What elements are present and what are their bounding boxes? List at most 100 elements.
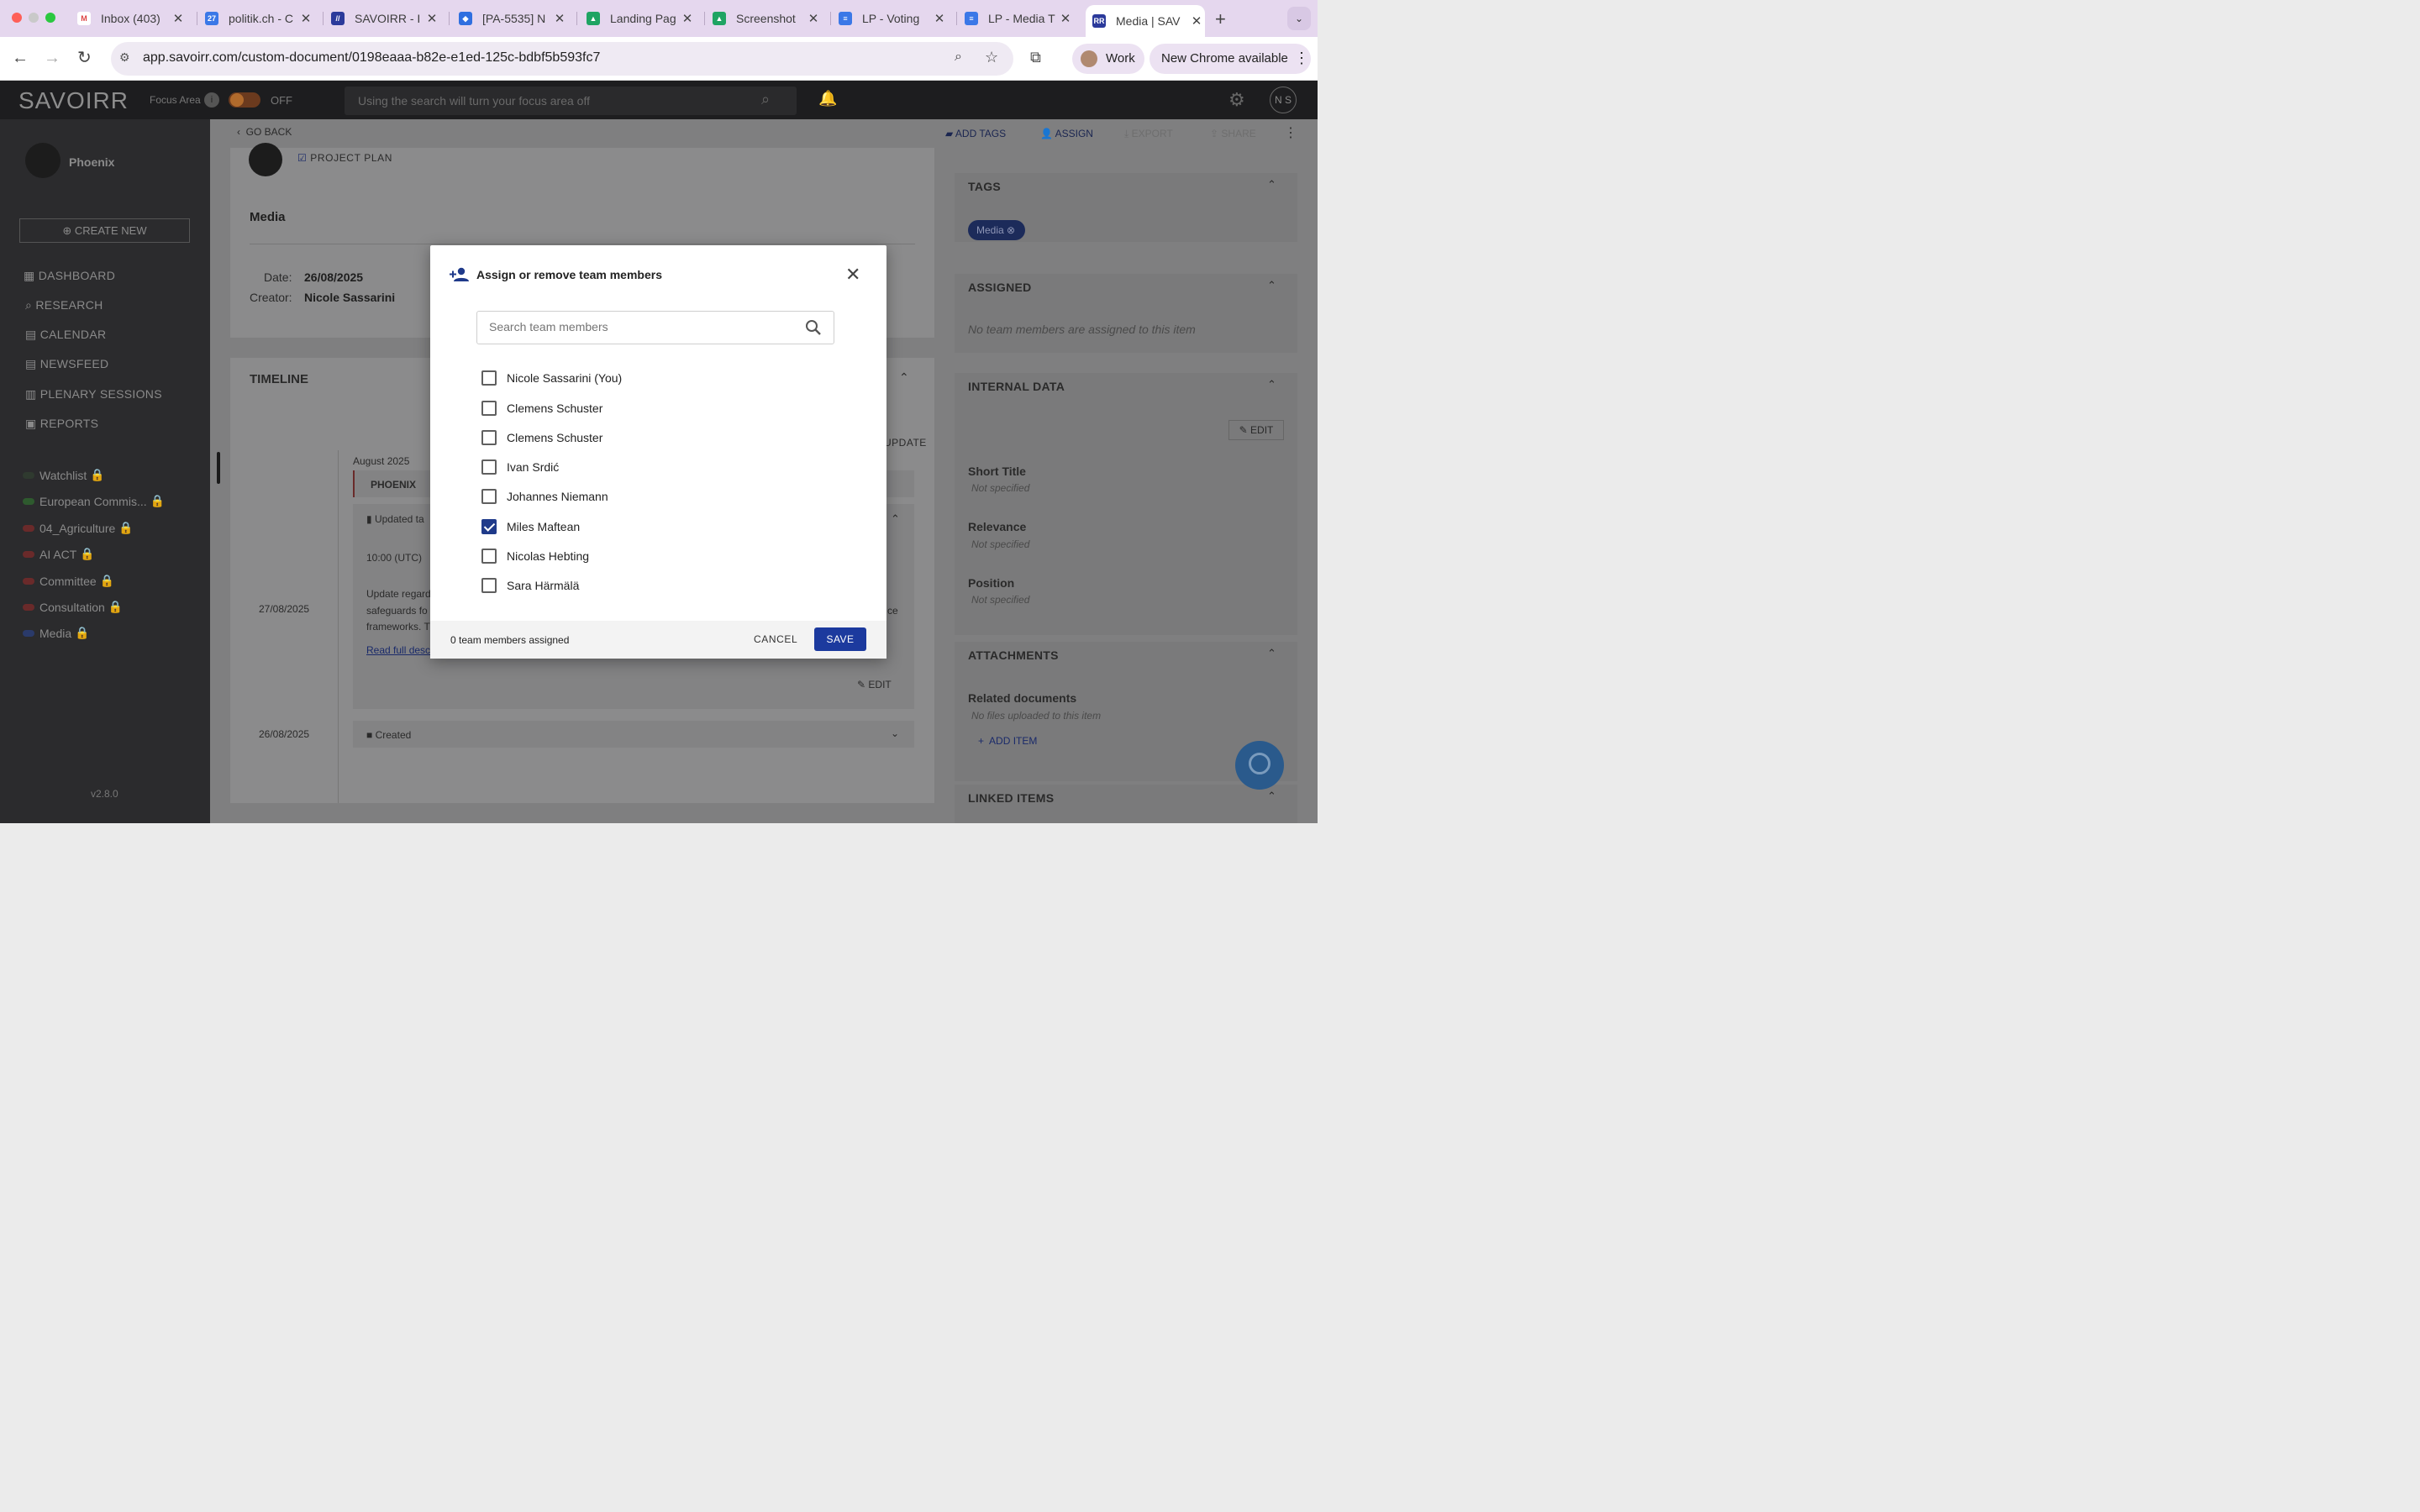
chat-support-button[interactable] xyxy=(1235,741,1284,790)
notifications-bell-icon[interactable]: 🔔 xyxy=(818,90,837,108)
bookmark-star-icon[interactable]: ☆ xyxy=(985,49,998,66)
browser-tab-active[interactable]: RR Media | SAV ✕ xyxy=(1086,5,1205,37)
checkbox[interactable] xyxy=(481,370,497,386)
watchlist-item[interactable]: 04_Agriculture 🔒 xyxy=(23,521,134,535)
browser-tab[interactable]: // SAVOIRR - I ✕ xyxy=(331,5,440,32)
close-tab-icon[interactable]: ✕ xyxy=(170,11,187,26)
chevron-up-icon[interactable]: ⌃ xyxy=(1267,279,1276,292)
close-tab-icon[interactable]: ✕ xyxy=(805,11,822,26)
checkbox[interactable] xyxy=(481,489,497,504)
workspace-name[interactable]: Phoenix xyxy=(69,155,114,169)
close-tab-icon[interactable]: ✕ xyxy=(551,11,568,26)
zoom-icon[interactable]: ⌕ xyxy=(955,50,962,65)
back-icon[interactable]: ← xyxy=(12,49,29,68)
site-info-icon[interactable]: ⚙ xyxy=(119,50,130,65)
close-tab-icon[interactable]: ✕ xyxy=(679,11,696,26)
browser-tab[interactable]: ≡ LP - Voting ✕ xyxy=(839,5,948,32)
checkbox[interactable] xyxy=(481,459,497,475)
checkbox[interactable] xyxy=(481,401,497,416)
nav-reports[interactable]: ▣ REPORTS xyxy=(25,417,98,431)
read-full-description-link[interactable]: Read full desc xyxy=(366,644,430,656)
menu-kebab-icon[interactable]: ⋮ xyxy=(1294,50,1309,67)
browser-tab[interactable]: M Inbox (403) ✕ xyxy=(77,5,187,32)
browser-tab[interactable]: ≡ LP - Media T ✕ xyxy=(965,5,1074,32)
edit-button[interactable]: ✎ EDIT xyxy=(857,679,892,690)
chevron-up-icon[interactable]: ⌃ xyxy=(1267,790,1276,803)
chrome-update-chip[interactable]: New Chrome available ⋮ xyxy=(1150,44,1311,74)
reload-icon[interactable]: ↻ xyxy=(77,47,92,68)
cancel-button[interactable]: CANCEL xyxy=(754,633,797,645)
member-option[interactable]: Nicolas Hebting xyxy=(481,546,589,566)
save-button[interactable]: SAVE xyxy=(814,627,866,651)
browser-tab[interactable]: ▲ Screenshot ✕ xyxy=(713,5,822,32)
nav-calendar[interactable]: ▤ CALENDAR xyxy=(25,328,106,342)
go-back-button[interactable]: ‹ GO BACK xyxy=(237,126,292,138)
assign-button[interactable]: 👤 ASSIGN xyxy=(1040,128,1093,139)
member-option[interactable]: Clemens Schuster xyxy=(481,428,602,448)
scrollbar-thumb[interactable] xyxy=(217,452,220,484)
watchlist-item[interactable]: Media 🔒 xyxy=(23,626,89,640)
forward-icon[interactable]: → xyxy=(44,49,60,68)
chevron-up-icon[interactable]: ⌃ xyxy=(1267,178,1276,192)
tab-search-icon[interactable]: ⌄ xyxy=(1287,7,1311,30)
search-icon[interactable] xyxy=(805,319,822,336)
checkbox-checked[interactable] xyxy=(481,519,497,534)
more-kebab-icon[interactable]: ⋮ xyxy=(1284,124,1297,141)
close-tab-icon[interactable]: ✕ xyxy=(1057,11,1074,26)
nav-newsfeed[interactable]: ▤ NEWSFEED xyxy=(25,357,108,371)
close-tab-icon[interactable]: ✕ xyxy=(297,11,314,26)
edit-button[interactable]: ✎ EDIT xyxy=(1228,420,1284,440)
browser-tab[interactable]: 27 politik.ch - C ✕ xyxy=(205,5,314,32)
address-bar[interactable]: ⚙ app.savoirr.com/custom-document/0198ea… xyxy=(111,42,1013,76)
export-button[interactable]: ⤓ EXPORT xyxy=(1124,128,1173,140)
global-search[interactable]: Using the search will turn your focus ar… xyxy=(345,87,797,115)
close-tab-icon[interactable]: ✕ xyxy=(931,11,948,26)
search-icon[interactable]: ⌕ xyxy=(761,91,770,108)
member-option[interactable]: Ivan Srdić xyxy=(481,457,559,477)
profile-chip[interactable]: Work xyxy=(1072,44,1144,74)
chevron-up-icon[interactable]: ⌃ xyxy=(1267,378,1276,391)
member-search-field[interactable] xyxy=(476,311,834,344)
nav-dashboard[interactable]: ▦ DASHBOARD xyxy=(24,269,115,283)
info-icon[interactable]: i xyxy=(204,92,219,108)
maximize-window-button[interactable] xyxy=(45,13,55,23)
checkbox[interactable] xyxy=(481,578,497,593)
add-item-button[interactable]: + ADD ITEM xyxy=(978,735,1037,747)
share-button[interactable]: ⇪ SHARE xyxy=(1210,128,1256,139)
watchlist-item[interactable]: Watchlist 🔒 xyxy=(23,468,105,482)
member-option[interactable]: Nicole Sassarini (You) xyxy=(481,368,622,388)
close-window-button[interactable] xyxy=(12,13,22,23)
new-tab-icon[interactable]: + xyxy=(1215,8,1226,30)
extensions-icon[interactable]: ⧉ xyxy=(1030,49,1041,66)
browser-tab[interactable]: ▲ Landing Pag ✕ xyxy=(587,5,696,32)
create-new-button[interactable]: ⊕ CREATE NEW xyxy=(19,218,190,243)
chevron-up-icon[interactable]: ⌃ xyxy=(891,512,900,526)
user-avatar[interactable]: N S xyxy=(1270,87,1297,113)
timeline-entry[interactable]: ■ Created ⌄ xyxy=(353,721,914,748)
watchlist-item[interactable]: AI ACT 🔒 xyxy=(23,547,95,561)
checkbox[interactable] xyxy=(481,549,497,564)
nav-research[interactable]: ⌕ RESEARCH xyxy=(25,298,103,312)
member-option[interactable]: Sara Härmälä xyxy=(481,575,579,596)
member-option[interactable]: Clemens Schuster xyxy=(481,398,602,418)
add-tags-button[interactable]: ▰ ADD TAGS xyxy=(945,128,1006,139)
watchlist-item[interactable]: Consultation 🔒 xyxy=(23,600,123,614)
watchlist-item[interactable]: Committee 🔒 xyxy=(23,574,114,588)
checkbox[interactable] xyxy=(481,430,497,445)
chevron-down-icon[interactable]: ⌄ xyxy=(891,727,899,739)
settings-gear-icon[interactable]: ⚙ xyxy=(1228,89,1245,111)
tag-chip[interactable]: Media ⊗ xyxy=(968,220,1025,240)
url-text[interactable]: app.savoirr.com/custom-document/0198eaaa… xyxy=(143,50,600,66)
member-search-input[interactable] xyxy=(487,319,790,334)
app-logo[interactable]: SAVOIRR xyxy=(18,87,129,114)
close-icon[interactable]: ✕ xyxy=(845,264,860,286)
close-tab-icon[interactable]: ✕ xyxy=(1188,13,1205,29)
close-circle-icon[interactable]: ⊗ xyxy=(1007,224,1015,236)
focus-area-toggle[interactable] xyxy=(229,92,260,108)
browser-tab[interactable]: ◆ [PA-5535] N ✕ xyxy=(459,5,568,32)
close-tab-icon[interactable]: ✕ xyxy=(424,11,440,26)
create-update-button[interactable]: UPDATE xyxy=(884,437,927,449)
member-option[interactable]: Miles Maftean xyxy=(481,517,580,537)
member-option[interactable]: Johannes Niemann xyxy=(481,486,608,507)
watchlist-item[interactable]: European Commis... 🔒 xyxy=(23,494,165,508)
